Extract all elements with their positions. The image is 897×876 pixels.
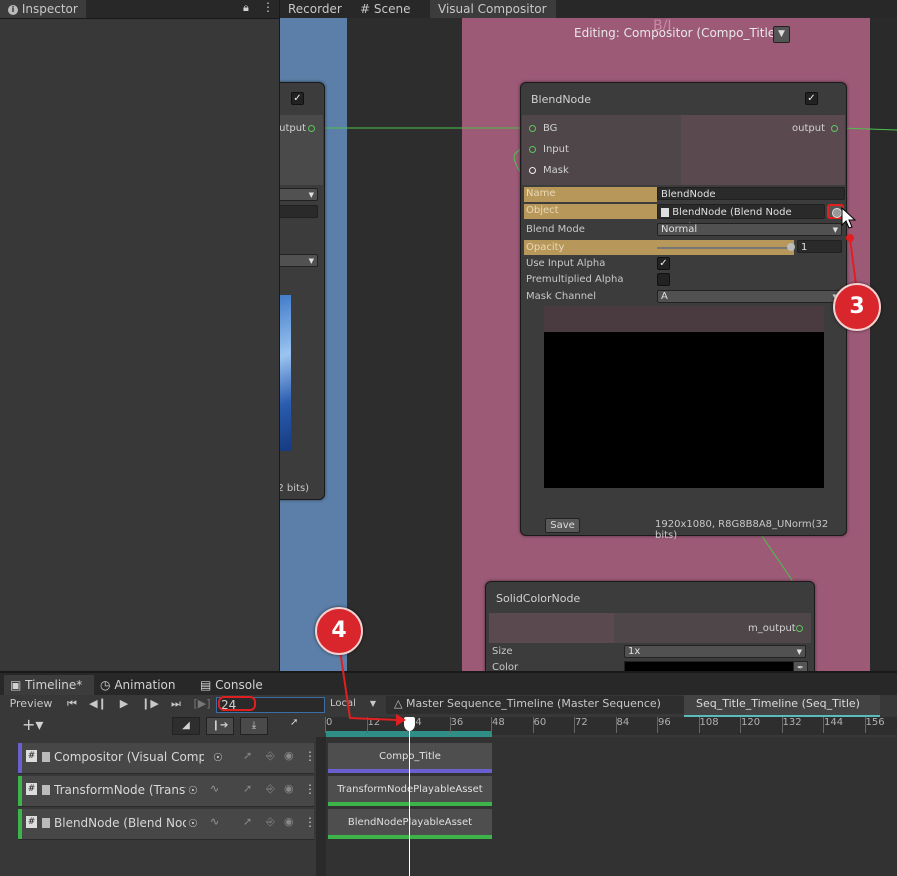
annotation-arrows (339, 234, 857, 726)
annotation-badge-3: 3 (833, 283, 881, 331)
annotation-badge-4: 4 (315, 607, 363, 655)
